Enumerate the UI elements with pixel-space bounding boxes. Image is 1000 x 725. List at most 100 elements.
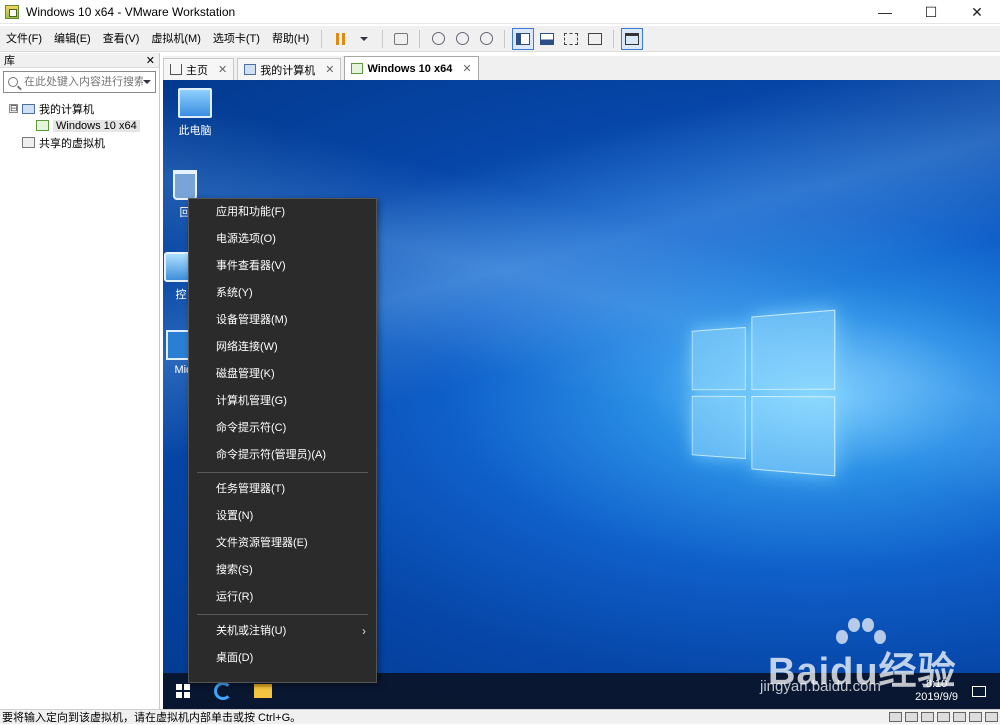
tab-home[interactable]: 主页 ✕	[163, 58, 235, 80]
snapshot-manager-button[interactable]	[475, 28, 497, 50]
menu-view[interactable]: 查看(V)	[97, 28, 146, 50]
unity-button[interactable]	[584, 28, 606, 50]
winx-context-menu: 应用和功能(F) 电源选项(O) 事件查看器(V) 系统(Y) 设备管理器(M)…	[188, 198, 377, 683]
revert-snapshot-button[interactable]	[451, 28, 473, 50]
maximize-button[interactable]: ☐	[908, 0, 954, 24]
menu-item-label: 关机或注销(U)	[216, 625, 287, 637]
clock-time: 8:10	[925, 678, 948, 690]
tree-label: 共享的虚拟机	[39, 137, 105, 150]
tab-label: 我的计算机	[260, 64, 316, 77]
chevron-right-icon: ›	[362, 624, 366, 638]
menu-item-computer-management[interactable]: 计算机管理(G)	[189, 388, 376, 415]
tab-close-button[interactable]: ✕	[218, 63, 227, 76]
status-message: 要将输入定向到该虚拟机，请在虚拟机内部单击或按 Ctrl+G。	[2, 712, 302, 724]
menu-item-event-viewer[interactable]: 事件查看器(V)	[189, 253, 376, 280]
menu-edit[interactable]: 编辑(E)	[48, 28, 97, 50]
close-button[interactable]: ✕	[954, 0, 1000, 24]
computer-icon	[244, 64, 257, 75]
menu-item-desktop[interactable]: 桌面(D)	[189, 645, 376, 672]
sound-card-icon[interactable]	[953, 712, 966, 722]
menu-item-command-prompt-admin[interactable]: 命令提示符(管理员)(A)	[189, 442, 376, 469]
menu-bar: 文件(F) 编辑(E) 查看(V) 虚拟机(M) 选项卡(T) 帮助(H)	[0, 26, 1000, 52]
tab-close-button[interactable]: ✕	[462, 62, 471, 75]
snapshot-button[interactable]	[427, 28, 449, 50]
vm-icon	[351, 63, 364, 74]
menu-item-task-manager[interactable]: 任务管理器(T)	[189, 476, 376, 503]
recycle-bin-icon	[173, 170, 197, 200]
tab-label: 主页	[186, 64, 208, 77]
library-search	[3, 71, 156, 93]
windows-start-icon	[176, 684, 190, 698]
title-bar: Windows 10 x64 - VMware Workstation — ☐ …	[0, 0, 1000, 24]
menu-file[interactable]: 文件(F)	[0, 28, 48, 50]
desktop-icon-this-pc[interactable]: 此电脑	[165, 88, 225, 138]
tree-item-my-computer[interactable]: ⊟ 我的计算机	[0, 100, 159, 117]
menu-item-run[interactable]: 运行(R)	[189, 584, 376, 611]
tree-item-vm[interactable]: Windows 10 x64	[0, 117, 159, 134]
menu-item-network-connections[interactable]: 网络连接(W)	[189, 334, 376, 361]
collapse-toggle[interactable]: ⊟	[9, 104, 18, 113]
menu-tabs[interactable]: 选项卡(T)	[207, 28, 266, 50]
console-view-button[interactable]	[621, 27, 644, 50]
menu-item-search[interactable]: 搜索(S)	[189, 557, 376, 584]
menu-separator	[197, 472, 368, 473]
menu-item-command-prompt[interactable]: 命令提示符(C)	[189, 415, 376, 442]
tree-label: 我的计算机	[39, 103, 94, 116]
vm-display[interactable]: 此电脑 回 控 Mic 8:10 2019/9/9 应用和功能(F) 电源选项(…	[163, 80, 1000, 709]
usb-icon[interactable]	[937, 712, 950, 722]
computer-icon	[178, 88, 212, 118]
revert-snapshot-icon	[455, 32, 469, 45]
display-icon[interactable]	[969, 712, 982, 722]
taskbar-clock[interactable]: 8:10 2019/9/9	[915, 678, 958, 704]
menu-help[interactable]: 帮助(H)	[266, 28, 315, 50]
library-header: 库 ✕	[0, 53, 159, 68]
tab-my-computer[interactable]: 我的计算机 ✕	[237, 58, 342, 80]
toolbar-separator	[613, 29, 615, 48]
menu-item-system[interactable]: 系统(Y)	[189, 280, 376, 307]
tab-bar: 主页 ✕ 我的计算机 ✕ Windows 10 x64 ✕	[163, 56, 1000, 80]
clock-date: 2019/9/9	[915, 691, 958, 703]
cd-dvd-icon[interactable]	[905, 712, 918, 722]
device-status-icons	[889, 712, 998, 722]
library-close-button[interactable]: ✕	[146, 54, 155, 67]
thumbnail-bar-button[interactable]	[536, 28, 558, 50]
menu-separator	[197, 614, 368, 615]
minimize-button[interactable]: —	[862, 0, 908, 24]
window-title: Windows 10 x64 - VMware Workstation	[26, 4, 236, 19]
menu-item-device-manager[interactable]: 设备管理器(M)	[189, 307, 376, 334]
windows-logo	[691, 309, 836, 477]
send-ctrl-alt-del-button[interactable]	[390, 28, 412, 50]
chevron-down-icon[interactable]	[143, 80, 151, 84]
suspend-button[interactable]	[329, 28, 351, 50]
menu-item-settings[interactable]: 设置(N)	[189, 503, 376, 530]
menu-vm[interactable]: 虚拟机(M)	[145, 28, 207, 50]
status-bar: 要将输入定向到该虚拟机，请在虚拟机内部单击或按 Ctrl+G。	[0, 709, 1000, 724]
unity-icon	[588, 32, 603, 45]
library-search-input[interactable]	[24, 76, 143, 88]
message-log-icon[interactable]	[985, 712, 998, 722]
notification-icon[interactable]	[972, 685, 986, 697]
menu-item-apps-features[interactable]: 应用和功能(F)	[189, 199, 376, 226]
edge-icon	[214, 682, 232, 700]
library-view-icon	[516, 32, 531, 45]
hard-disk-icon[interactable]	[889, 712, 902, 722]
menu-item-shutdown[interactable]: 关机或注销(U) ›	[189, 618, 376, 645]
tab-label: Windows 10 x64	[367, 62, 453, 75]
tab-windows-10[interactable]: Windows 10 x64 ✕	[344, 56, 479, 80]
menu-item-power-options[interactable]: 电源选项(O)	[189, 226, 376, 253]
shared-vm-icon	[22, 137, 35, 148]
network-adapter-icon[interactable]	[921, 712, 934, 722]
vm-icon	[36, 120, 49, 131]
show-library-button[interactable]	[512, 27, 535, 50]
power-dropdown-button[interactable]	[353, 28, 375, 50]
keyboard-icon	[394, 32, 409, 45]
fullscreen-button[interactable]	[560, 28, 582, 50]
menu-item-file-explorer[interactable]: 文件资源管理器(E)	[189, 530, 376, 557]
library-title: 库	[4, 55, 15, 67]
search-icon	[8, 77, 18, 87]
tab-close-button[interactable]: ✕	[325, 63, 334, 76]
folder-icon	[254, 684, 272, 698]
tree-item-shared[interactable]: 共享的虚拟机	[0, 134, 159, 151]
menu-item-disk-management[interactable]: 磁盘管理(K)	[189, 361, 376, 388]
library-tree: ⊟ 我的计算机 Windows 10 x64 共享的虚拟机	[0, 100, 159, 151]
